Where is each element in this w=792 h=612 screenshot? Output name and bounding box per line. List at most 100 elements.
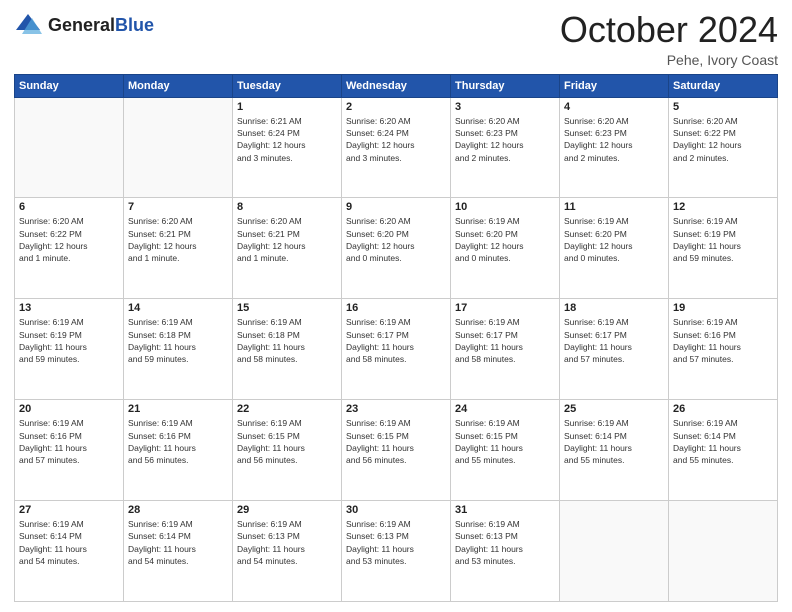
calendar-cell: 8 Sunrise: 6:20 AM Sunset: 6:21 PM Daylig… <box>233 198 342 299</box>
day-info: Sunrise: 6:19 AM Sunset: 6:14 PM Dayligh… <box>19 518 119 567</box>
day-number: 5 <box>673 101 773 113</box>
weekday-header-wednesday: Wednesday <box>342 74 451 97</box>
calendar-week-3: 13 Sunrise: 6:19 AM Sunset: 6:19 PM Dayli… <box>15 299 778 400</box>
weekday-header-friday: Friday <box>560 74 669 97</box>
calendar-week-4: 20 Sunrise: 6:19 AM Sunset: 6:16 PM Dayli… <box>15 400 778 501</box>
logo: GeneralBlue <box>14 10 154 40</box>
calendar-cell: 4 Sunrise: 6:20 AM Sunset: 6:23 PM Daylig… <box>560 97 669 198</box>
day-info: Sunrise: 6:19 AM Sunset: 6:13 PM Dayligh… <box>237 518 337 567</box>
day-number: 20 <box>19 403 119 415</box>
day-info: Sunrise: 6:19 AM Sunset: 6:19 PM Dayligh… <box>19 316 119 365</box>
calendar-cell: 15 Sunrise: 6:19 AM Sunset: 6:18 PM Dayli… <box>233 299 342 400</box>
day-number: 4 <box>564 101 664 113</box>
day-number: 23 <box>346 403 446 415</box>
day-info: Sunrise: 6:19 AM Sunset: 6:19 PM Dayligh… <box>673 215 773 264</box>
calendar-cell: 5 Sunrise: 6:20 AM Sunset: 6:22 PM Daylig… <box>669 97 778 198</box>
day-info: Sunrise: 6:20 AM Sunset: 6:23 PM Dayligh… <box>455 115 555 164</box>
calendar-cell: 21Sunrise: 6:19 AM Sunset: 6:16 PM Dayli… <box>124 400 233 501</box>
calendar-cell: 31Sunrise: 6:19 AM Sunset: 6:13 PM Dayli… <box>451 501 560 602</box>
day-number: 15 <box>237 302 337 314</box>
day-info: Sunrise: 6:19 AM Sunset: 6:13 PM Dayligh… <box>346 518 446 567</box>
day-number: 13 <box>19 302 119 314</box>
weekday-header-tuesday: Tuesday <box>233 74 342 97</box>
day-info: Sunrise: 6:20 AM Sunset: 6:22 PM Dayligh… <box>673 115 773 164</box>
day-number: 8 <box>237 201 337 213</box>
calendar-cell <box>124 97 233 198</box>
calendar-cell: 19Sunrise: 6:19 AM Sunset: 6:16 PM Dayli… <box>669 299 778 400</box>
day-number: 21 <box>128 403 228 415</box>
day-number: 6 <box>19 201 119 213</box>
day-number: 12 <box>673 201 773 213</box>
calendar-cell: 26 Sunrise: 6:19 AM Sunset: 6:14 PM Dayli… <box>669 400 778 501</box>
calendar-cell: 7Sunrise: 6:20 AM Sunset: 6:21 PM Daylig… <box>124 198 233 299</box>
weekday-header-saturday: Saturday <box>669 74 778 97</box>
calendar-week-5: 27 Sunrise: 6:19 AM Sunset: 6:14 PM Dayli… <box>15 501 778 602</box>
day-number: 25 <box>564 403 664 415</box>
day-info: Sunrise: 6:19 AM Sunset: 6:18 PM Dayligh… <box>128 316 228 365</box>
calendar-cell: 3 Sunrise: 6:20 AM Sunset: 6:23 PM Daylig… <box>451 97 560 198</box>
day-info: Sunrise: 6:19 AM Sunset: 6:18 PM Dayligh… <box>237 316 337 365</box>
day-number: 26 <box>673 403 773 415</box>
calendar-cell: 12 Sunrise: 6:19 AM Sunset: 6:19 PM Dayli… <box>669 198 778 299</box>
day-info: Sunrise: 6:19 AM Sunset: 6:15 PM Dayligh… <box>346 417 446 466</box>
calendar-cell: 11 Sunrise: 6:19 AM Sunset: 6:20 PM Dayli… <box>560 198 669 299</box>
day-info: Sunrise: 6:19 AM Sunset: 6:20 PM Dayligh… <box>455 215 555 264</box>
month-title: October 2024 <box>560 10 778 50</box>
day-info: Sunrise: 6:21 AM Sunset: 6:24 PM Dayligh… <box>237 115 337 164</box>
calendar-cell: 2 Sunrise: 6:20 AM Sunset: 6:24 PM Daylig… <box>342 97 451 198</box>
day-number: 10 <box>455 201 555 213</box>
day-number: 1 <box>237 101 337 113</box>
day-info: Sunrise: 6:20 AM Sunset: 6:22 PM Dayligh… <box>19 215 119 264</box>
logo-general: General <box>48 15 115 35</box>
day-info: Sunrise: 6:19 AM Sunset: 6:14 PM Dayligh… <box>128 518 228 567</box>
day-info: Sunrise: 6:19 AM Sunset: 6:15 PM Dayligh… <box>237 417 337 466</box>
day-info: Sunrise: 6:20 AM Sunset: 6:23 PM Dayligh… <box>564 115 664 164</box>
weekday-header-monday: Monday <box>124 74 233 97</box>
calendar-cell: 18Sunrise: 6:19 AM Sunset: 6:17 PM Dayli… <box>560 299 669 400</box>
calendar-cell: 27 Sunrise: 6:19 AM Sunset: 6:14 PM Dayli… <box>15 501 124 602</box>
calendar-cell: 14 Sunrise: 6:19 AM Sunset: 6:18 PM Dayli… <box>124 299 233 400</box>
location-subtitle: Pehe, Ivory Coast <box>560 52 778 68</box>
day-info: Sunrise: 6:20 AM Sunset: 6:21 PM Dayligh… <box>237 215 337 264</box>
day-number: 14 <box>128 302 228 314</box>
day-number: 7 <box>128 201 228 213</box>
day-number: 3 <box>455 101 555 113</box>
day-number: 30 <box>346 504 446 516</box>
calendar-cell: 16 Sunrise: 6:19 AM Sunset: 6:17 PM Dayli… <box>342 299 451 400</box>
day-info: Sunrise: 6:19 AM Sunset: 6:16 PM Dayligh… <box>19 417 119 466</box>
calendar-cell: 9 Sunrise: 6:20 AM Sunset: 6:20 PM Daylig… <box>342 198 451 299</box>
calendar-cell: 29 Sunrise: 6:19 AM Sunset: 6:13 PM Dayli… <box>233 501 342 602</box>
day-info: Sunrise: 6:19 AM Sunset: 6:17 PM Dayligh… <box>346 316 446 365</box>
day-info: Sunrise: 6:19 AM Sunset: 6:20 PM Dayligh… <box>564 215 664 264</box>
day-info: Sunrise: 6:20 AM Sunset: 6:20 PM Dayligh… <box>346 215 446 264</box>
day-number: 11 <box>564 201 664 213</box>
calendar-cell: 23 Sunrise: 6:19 AM Sunset: 6:15 PM Dayli… <box>342 400 451 501</box>
day-info: Sunrise: 6:19 AM Sunset: 6:13 PM Dayligh… <box>455 518 555 567</box>
day-info: Sunrise: 6:19 AM Sunset: 6:14 PM Dayligh… <box>673 417 773 466</box>
day-number: 17 <box>455 302 555 314</box>
day-number: 29 <box>237 504 337 516</box>
day-number: 22 <box>237 403 337 415</box>
calendar-week-1: 1 Sunrise: 6:21 AM Sunset: 6:24 PM Daylig… <box>15 97 778 198</box>
day-number: 2 <box>346 101 446 113</box>
calendar-cell: 24 Sunrise: 6:19 AM Sunset: 6:15 PM Dayli… <box>451 400 560 501</box>
calendar-cell <box>669 501 778 602</box>
calendar-cell: 22 Sunrise: 6:19 AM Sunset: 6:15 PM Dayli… <box>233 400 342 501</box>
calendar-cell: 30 Sunrise: 6:19 AM Sunset: 6:13 PM Dayli… <box>342 501 451 602</box>
page: GeneralBlue October 2024 Pehe, Ivory Coa… <box>0 0 792 612</box>
calendar-table: SundayMondayTuesdayWednesdayThursdayFrid… <box>14 74 778 602</box>
logo-blue: Blue <box>115 15 154 35</box>
calendar-cell: 28Sunrise: 6:19 AM Sunset: 6:14 PM Dayli… <box>124 501 233 602</box>
day-number: 16 <box>346 302 446 314</box>
day-number: 27 <box>19 504 119 516</box>
calendar-cell: 10 Sunrise: 6:19 AM Sunset: 6:20 PM Dayli… <box>451 198 560 299</box>
day-info: Sunrise: 6:20 AM Sunset: 6:24 PM Dayligh… <box>346 115 446 164</box>
day-number: 24 <box>455 403 555 415</box>
day-number: 9 <box>346 201 446 213</box>
calendar-cell <box>15 97 124 198</box>
day-info: Sunrise: 6:19 AM Sunset: 6:15 PM Dayligh… <box>455 417 555 466</box>
calendar-cell: 1 Sunrise: 6:21 AM Sunset: 6:24 PM Daylig… <box>233 97 342 198</box>
weekday-header-sunday: Sunday <box>15 74 124 97</box>
day-number: 18 <box>564 302 664 314</box>
day-info: Sunrise: 6:19 AM Sunset: 6:16 PM Dayligh… <box>673 316 773 365</box>
